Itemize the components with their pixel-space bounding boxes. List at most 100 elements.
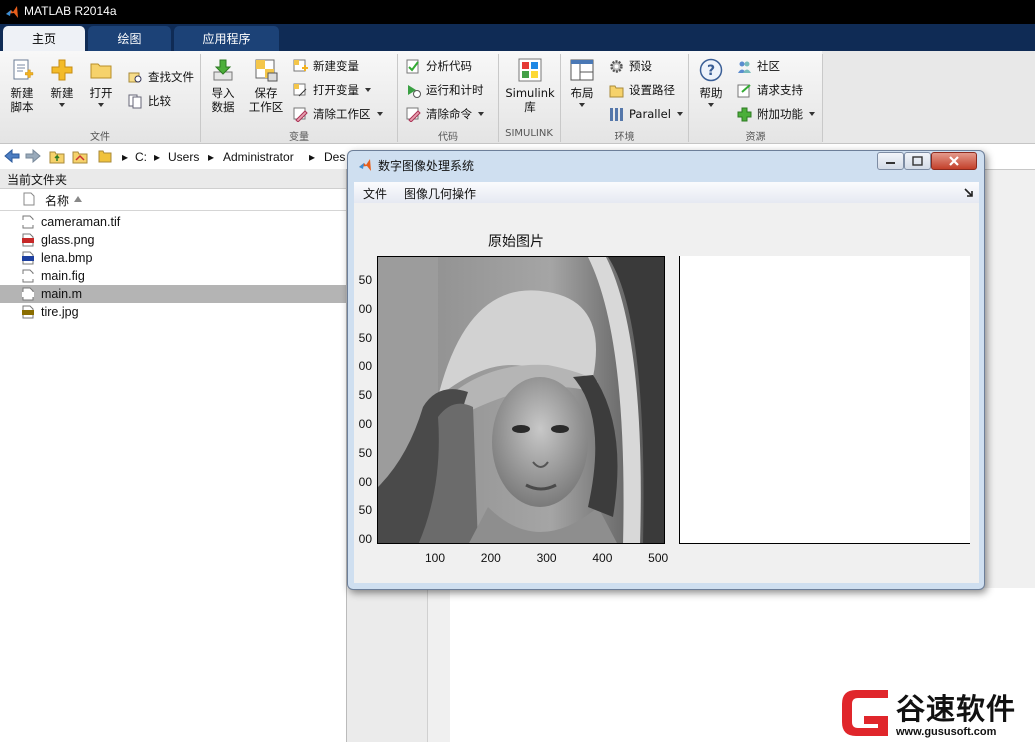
environment-group-label: 环境 [614,132,635,143]
file-name: cameraman.tif [41,215,121,229]
chevron-down-icon [376,112,383,116]
breadcrumb-c[interactable]: C: [135,150,147,164]
x-tick-label: 500 [648,551,669,565]
set-path-icon [609,83,624,98]
current-folder-header: 当前文件夹 [0,169,346,189]
new-variable-button[interactable]: 新建变量 [293,57,359,75]
tif-file-icon [21,215,35,229]
clear-commands-button[interactable]: 清除命令 [406,105,484,123]
column-header[interactable]: 名称 [0,189,346,211]
folder-icon [98,150,112,163]
tab-apps[interactable]: 应用程序 [174,26,279,51]
plus-icon [50,58,74,82]
y-tick-label: 50 [358,445,372,460]
preferences-button[interactable]: 预设 [609,57,652,75]
clear-commands-label: 清除命令 [426,107,472,121]
matlab-logo-icon [359,159,371,171]
run-and-time-label: 运行和计时 [426,83,484,97]
help-icon: ? [699,58,723,82]
community-label: 社区 [757,59,780,73]
dock-arrow-icon[interactable] [964,188,973,197]
open-variable-label: 打开变量 [313,83,359,97]
open-button[interactable]: 打开 [84,58,118,107]
axes1-title: 原始图片 [488,234,544,250]
analyze-code-button[interactable]: 分析代码 [406,57,472,75]
file-row[interactable]: glass.png [0,231,346,249]
bmp-file-icon [21,251,35,265]
open-variable-button[interactable]: 打开变量 [293,81,371,99]
run-and-time-button[interactable]: 运行和计时 [406,81,484,99]
forward-arrow-icon[interactable] [25,149,41,163]
chevron-down-icon [579,103,585,107]
column-name-label: 名称 [45,194,70,208]
file-name: main.m [41,287,82,301]
file-row[interactable]: cameraman.tif [0,213,346,231]
compare-button[interactable]: 比较 [128,92,171,110]
figure-title: 数字图像处理系统 [378,159,475,173]
figure-window: 数字图像处理系统 文件 图像几何操作 原始图片 50 00 50 00 50 0… [347,150,985,590]
breadcrumb-administrator[interactable]: Administrator [223,150,294,164]
request-support-icon [737,83,752,98]
community-icon [737,59,752,74]
add-ons-button[interactable]: 附加功能 [737,105,815,123]
find-files-button[interactable]: 查找文件 [128,68,194,86]
axes2-bottom-edge [679,543,970,544]
figure-canvas: 原始图片 50 00 50 00 50 00 50 00 50 00 100 2… [354,203,979,583]
x-tick-label: 100 [424,551,446,565]
file-name: main.fig [41,269,85,283]
back-arrow-icon[interactable] [4,149,20,163]
m-file-icon [21,287,35,301]
add-ons-icon [737,107,752,122]
help-button[interactable]: ? 帮助 [694,58,728,107]
clear-workspace-button[interactable]: 清除工作区 [293,105,383,123]
open-variable-icon [293,83,308,98]
x-tick-label: 400 [592,551,613,565]
breadcrumb-users[interactable]: Users [168,150,199,164]
original-image-axes[interactable] [377,256,665,544]
minimize-button[interactable] [877,152,904,170]
maximize-button[interactable] [904,152,931,170]
gusu-logo-icon [842,690,888,736]
menu-image-geometry[interactable]: 图像几何操作 [404,185,476,202]
matlab-logo-icon [6,6,18,18]
save-workspace-button[interactable]: 保存 工作区 [246,58,286,114]
simulink-library-label: Simulink 库 [505,86,555,114]
tab-home[interactable]: 主页 [3,26,85,51]
file-row[interactable]: main.fig [0,267,346,285]
group-divider [822,54,823,142]
file-row[interactable]: main.m [0,285,346,303]
find-files-icon [128,70,143,85]
new-button[interactable]: 新建 [45,58,79,107]
close-button[interactable] [931,152,977,170]
import-data-button[interactable]: 导入 数据 [205,58,241,114]
toolstrip-empty-area [822,51,1035,144]
simulink-library-icon [518,58,542,82]
parallel-button[interactable]: Parallel [609,105,683,123]
request-support-button[interactable]: 请求支持 [737,81,803,99]
browse-folder-icon[interactable] [72,148,88,164]
sort-ascending-icon [74,196,82,202]
new-label: 新建 [50,86,74,100]
file-group-label: 文件 [90,132,110,143]
gusu-watermark: 谷速软件 www.gususoft.com [838,686,1035,742]
result-image-axes[interactable] [679,256,970,544]
simulink-library-button[interactable]: Simulink 库 [503,58,557,114]
tab-plots[interactable]: 绘图 [88,26,171,51]
set-path-button[interactable]: 设置路径 [609,81,675,99]
watermark-url: www.gususoft.com [896,726,997,738]
breadcrumb-desktop[interactable]: Des [324,150,345,164]
layout-button[interactable]: 布局 [565,58,599,107]
new-script-button[interactable]: 新建 脚本 [4,58,40,114]
up-folder-icon[interactable] [49,148,65,164]
file-name: lena.bmp [41,251,93,265]
minimize-icon [886,162,895,164]
community-button[interactable]: 社区 [737,57,780,75]
analyze-code-icon [406,59,421,74]
y-tick-label: 50 [358,503,372,518]
jpg-file-icon [21,305,35,319]
compare-icon [128,94,143,109]
file-row[interactable]: lena.bmp [0,249,346,267]
menu-file[interactable]: 文件 [363,185,387,202]
new-script-label: 新建 脚本 [10,86,34,114]
file-row[interactable]: tire.jpg [0,303,346,321]
